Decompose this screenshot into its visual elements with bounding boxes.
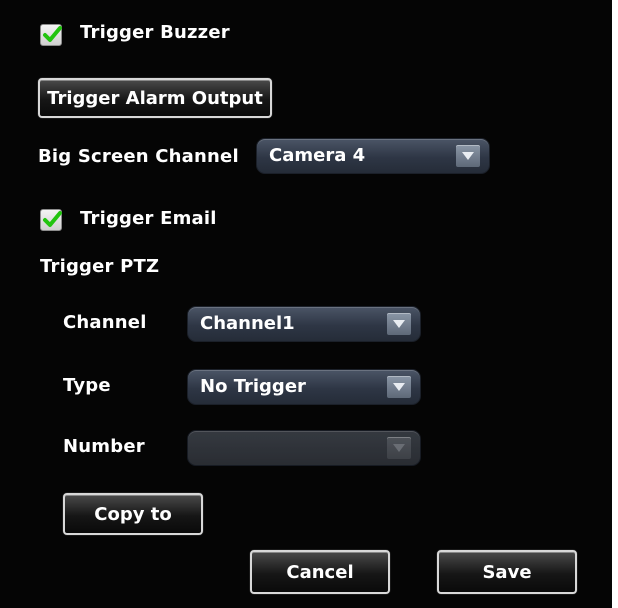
trigger-ptz-heading: Trigger PTZ — [40, 256, 160, 277]
big-screen-channel-value: Camera 4 — [269, 145, 366, 166]
chevron-down-icon[interactable] — [387, 376, 411, 398]
ptz-type-value: No Trigger — [200, 376, 306, 397]
ptz-type-select[interactable]: No Trigger — [187, 369, 421, 405]
big-screen-channel-select[interactable]: Camera 4 — [256, 138, 490, 174]
trigger-alarm-output-button[interactable]: Trigger Alarm Output — [38, 78, 272, 118]
ptz-channel-value: Channel1 — [200, 313, 295, 334]
save-button[interactable]: Save — [437, 550, 577, 594]
trigger-buzzer-checkbox[interactable] — [40, 24, 62, 46]
ptz-number-label: Number — [63, 436, 145, 457]
ptz-channel-label: Channel — [63, 312, 147, 333]
copy-to-button[interactable]: Copy to — [63, 493, 203, 535]
cancel-button[interactable]: Cancel — [250, 550, 390, 594]
trigger-buzzer-label[interactable]: Trigger Buzzer — [80, 22, 230, 43]
checkmark-icon — [43, 211, 62, 227]
alarm-trigger-panel: Trigger Buzzer Trigger Alarm Output Big … — [0, 0, 612, 608]
big-screen-channel-label: Big Screen Channel — [38, 146, 239, 167]
ptz-channel-select[interactable]: Channel1 — [187, 306, 421, 342]
ptz-type-label: Type — [63, 375, 111, 396]
chevron-down-icon[interactable] — [456, 145, 480, 167]
chevron-down-icon — [387, 437, 411, 459]
trigger-email-checkbox[interactable] — [40, 209, 62, 231]
ptz-number-select — [187, 430, 421, 466]
checkmark-icon — [43, 26, 62, 42]
trigger-email-label[interactable]: Trigger Email — [80, 208, 217, 229]
chevron-down-icon[interactable] — [387, 313, 411, 335]
